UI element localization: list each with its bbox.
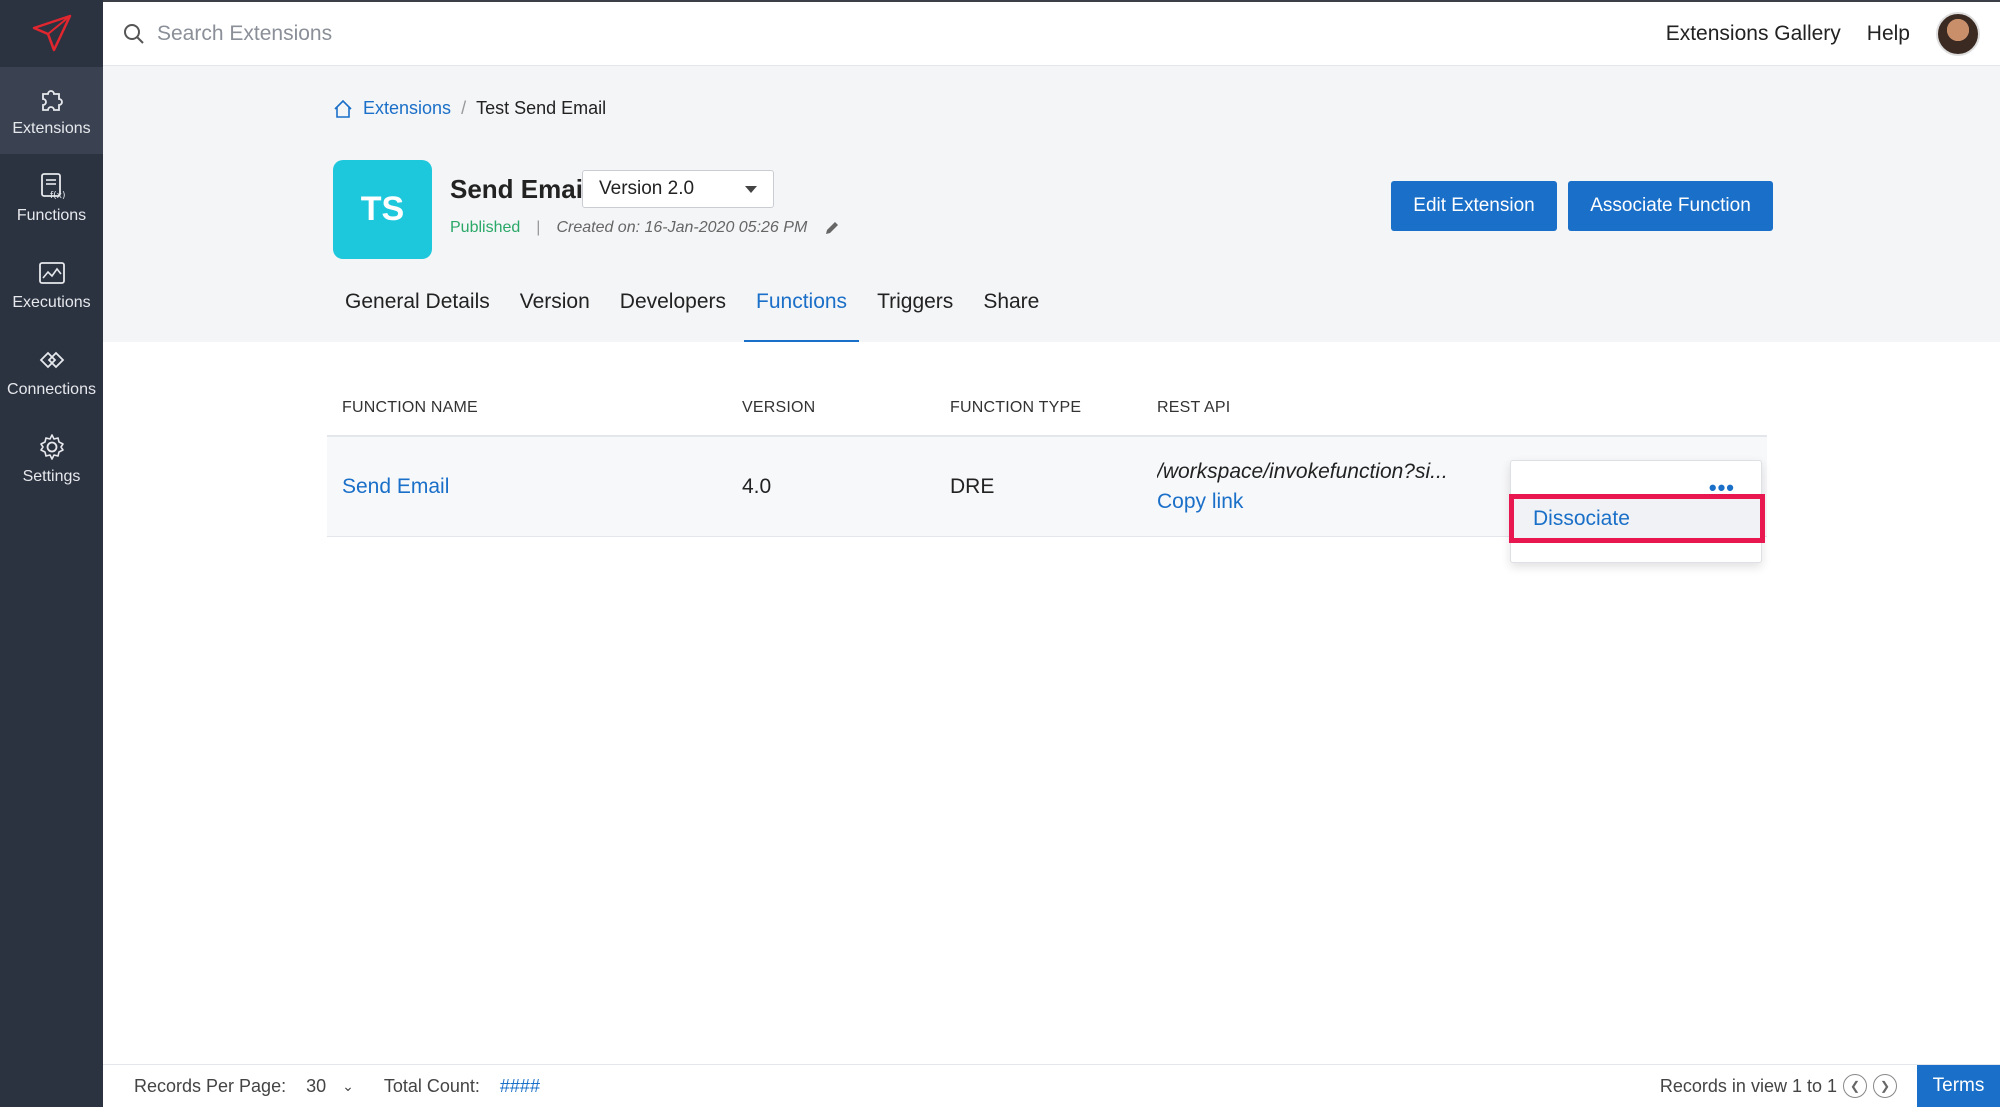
sidebar-item-label: Executions [12,293,91,311]
sidebar-item-connections[interactable]: Connections [0,328,103,415]
records-per-page-label: Records Per Page: [134,1075,287,1096]
records-per-page-select[interactable]: 30 [306,1076,326,1097]
tab-functions[interactable]: Functions [744,284,860,342]
chevron-down-icon[interactable]: ⌄ [342,1078,354,1095]
breadcrumb-separator: / [461,98,467,118]
sidebar-item-label: Functions [16,206,87,224]
tab-general-details[interactable]: General Details [333,284,502,342]
sidebar-item-functions[interactable]: f(x) Functions [0,154,103,241]
chevron-down-icon [745,185,757,193]
row-action-menu: ••• Dissociate [1509,460,1765,563]
puzzle-icon [41,89,63,111]
help-link[interactable]: Help [1867,22,1910,46]
pencil-icon[interactable] [823,219,841,237]
breadcrumb-extensions-link[interactable]: Extensions [363,98,451,119]
status-badge: Published [450,219,521,236]
version-select-value: Version 2.0 [599,178,695,199]
rest-api-cell: /workspace/invokefunction?si... Copy lin… [1157,460,1497,514]
search-bar [123,21,557,46]
sidebar-item-extensions[interactable]: Extensions [0,67,103,154]
function-icon: f(x) [40,172,66,201]
top-links: Extensions Gallery Help [1666,11,1980,56]
sidebar: Extensions f(x) Functions Executions Con… [0,0,103,1107]
tab-version[interactable]: Version [508,284,602,342]
sidebar-item-settings[interactable]: Settings [0,415,103,502]
total-count-label: Total Count: [383,1075,480,1096]
breadcrumb: Extensions / Test Send Email [333,98,606,119]
function-name-link[interactable]: Send Email [342,475,449,498]
sidebar-item-label: Connections [7,380,96,398]
tabs: General Details Version Developers Funct… [333,284,1057,342]
dissociate-menu-item[interactable]: Dissociate [1509,494,1765,543]
column-header-rest-api: REST API [1157,398,1231,416]
sidebar-item-label: Settings [22,467,81,485]
search-icon [124,23,144,44]
sidebar-item-label: Extensions [12,119,91,137]
connections-icon [39,351,64,368]
extension-logo: TS [333,160,432,259]
function-type: DRE [950,474,995,498]
extension-title: Send Email [450,174,591,204]
previous-page-icon[interactable]: ❮ [1843,1074,1867,1098]
records-in-view: Records in view 1 to 1 [1659,1075,1837,1096]
svg-text:f(x): f(x) [50,191,66,201]
rest-api-url: /workspace/invokefunction?si... [1157,459,1448,483]
total-count-value: #### [499,1075,540,1096]
tab-share[interactable]: Share [971,284,1051,342]
meta-separator: | [536,219,541,236]
created-date: Created on: 16-Jan-2020 05:26 PM [556,219,808,236]
avatar[interactable] [1936,11,1980,56]
tab-developers[interactable]: Developers [608,284,738,342]
function-version: 4.0 [742,474,772,498]
edit-extension-button[interactable]: Edit Extension [1391,181,1557,231]
copy-link[interactable]: Copy link [1157,490,1497,514]
sidebar-item-executions[interactable]: Executions [0,241,103,328]
extension-meta: Published | Created on: 16-Jan-2020 05:2… [450,219,841,237]
next-page-icon[interactable]: ❯ [1873,1074,1897,1098]
top-bar: Extensions Gallery Help [103,0,2000,66]
search-input[interactable] [157,21,557,46]
gear-icon [39,433,64,460]
column-header-version: VERSION [742,398,816,416]
associate-function-button[interactable]: Associate Function [1568,181,1773,231]
terms-button[interactable]: Terms [1917,1064,2000,1107]
breadcrumb-current: Test Send Email [476,98,607,118]
app-logo[interactable] [0,0,103,67]
extensions-gallery-link[interactable]: Extensions Gallery [1666,22,1841,46]
table-header: FUNCTION NAME VERSION FUNCTION TYPE REST… [327,380,1767,437]
extension-header: Extensions / Test Send Email TS Send Ema… [103,66,2000,342]
column-header-function-name: FUNCTION NAME [342,398,478,416]
home-icon[interactable] [333,99,353,119]
chart-icon [38,261,65,284]
column-header-function-type: FUNCTION TYPE [950,398,1082,416]
version-select[interactable]: Version 2.0 [582,170,774,208]
paper-plane-logo-icon [32,14,71,51]
tab-triggers[interactable]: Triggers [865,284,965,342]
pagination-footer: Records Per Page: 30 ⌄ Total Count: ####… [103,1064,2000,1107]
